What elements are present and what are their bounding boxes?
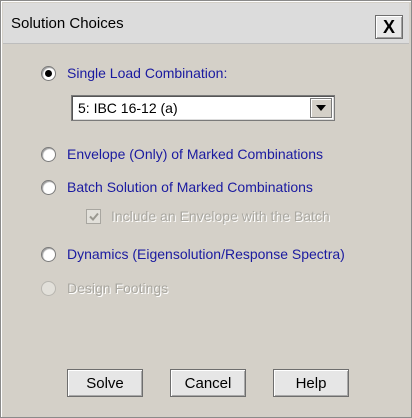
design-footings-label: Design Footings — [67, 280, 169, 296]
radio-design-footings: Design Footings — [41, 278, 168, 298]
radio-button-selected[interactable] — [41, 65, 56, 81]
title-bar: Solution Choices X — [3, 3, 409, 44]
envelope-label: Envelope (Only) of Marked Combinations — [67, 146, 324, 162]
dialog-title: Solution Choices — [11, 15, 124, 32]
help-button[interactable]: Help — [273, 369, 349, 397]
single-load-combination-label: Single Load Combination: — [67, 65, 228, 81]
dynamics-label: Dynamics (Eigensolution/Response Spectra… — [67, 246, 345, 262]
radio-button[interactable] — [41, 246, 56, 262]
chevron-down-icon — [316, 105, 326, 111]
include-envelope-label: Include an Envelope with the Batch — [111, 208, 330, 224]
radio-batch-solution[interactable]: Batch Solution of Marked Combinations — [41, 177, 313, 197]
include-envelope-checkbox — [86, 208, 101, 224]
solve-button[interactable]: Solve — [67, 369, 143, 397]
solution-choices-dialog: Solution Choices X Single Load Combinati… — [0, 0, 412, 418]
radio-envelope-marked-combinations[interactable]: Envelope (Only) of Marked Combinations — [41, 144, 323, 164]
close-button[interactable]: X — [375, 15, 403, 39]
load-combination-value: 5: IBC 16-12 (a) — [78, 100, 178, 116]
radio-button-disabled — [41, 280, 56, 296]
checkmark-icon — [88, 212, 99, 221]
dropdown-button[interactable] — [310, 98, 332, 118]
close-icon: X — [382, 16, 395, 37]
radio-button[interactable] — [41, 179, 56, 195]
radio-button[interactable] — [41, 146, 56, 162]
radio-single-load-combination[interactable]: Single Load Combination: — [41, 63, 227, 83]
radio-dynamics[interactable]: Dynamics (Eigensolution/Response Spectra… — [41, 244, 345, 264]
batch-solution-label: Batch Solution of Marked Combinations — [67, 179, 313, 195]
cancel-button[interactable]: Cancel — [170, 369, 246, 397]
include-envelope-checkbox-row: Include an Envelope with the Batch — [86, 207, 330, 225]
load-combination-select[interactable]: 5: IBC 16-12 (a) — [71, 95, 335, 121]
